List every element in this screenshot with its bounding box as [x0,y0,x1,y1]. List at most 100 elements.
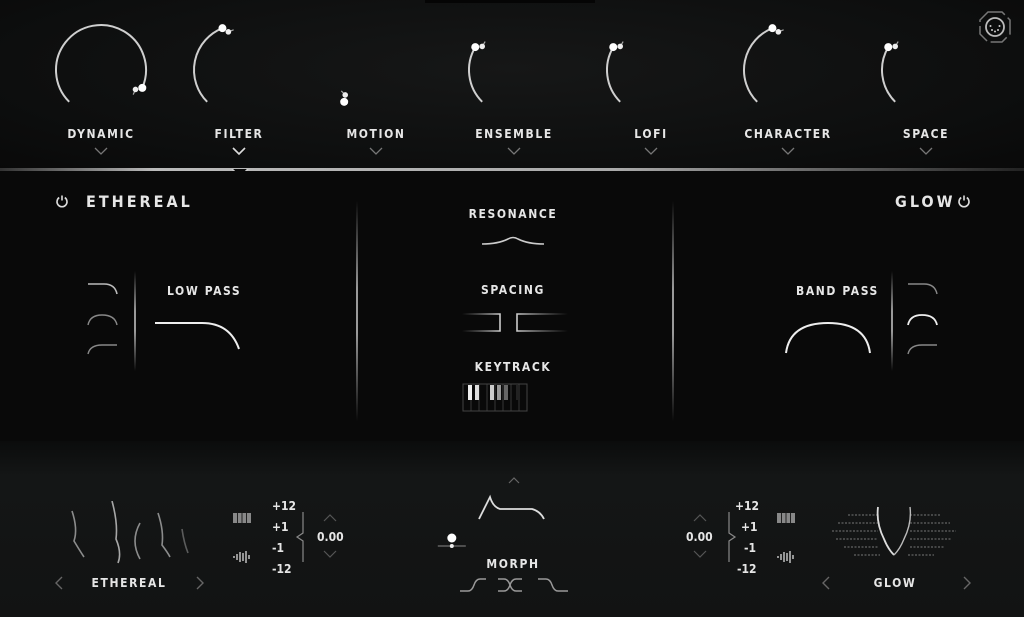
knob-mod-dot [775,29,782,35]
left-layer-name: ETHEREAL [91,576,167,590]
spacing-label: SPACING [481,283,545,297]
knob-handle [138,83,147,92]
knob-label-filter: FILTER [214,127,264,141]
waveform-icon[interactable] [232,550,252,564]
pitch-option-plus1[interactable]: +1 [272,520,289,534]
crossfade-icon [498,578,522,592]
low-pass-type-icon [908,283,938,295]
panel-separator-left [356,201,358,421]
knob-value-arc [468,46,483,103]
power-icon[interactable] [957,194,971,208]
knob-handle [884,43,893,52]
pitch-option-plus1[interactable]: +1 [741,520,758,534]
morph-slider[interactable] [364,525,664,555]
knob-arc-svg [468,41,486,103]
resonance-control[interactable] [480,233,546,249]
knob-arc-svg [55,24,147,103]
chevron-right-icon[interactable] [195,575,205,591]
knob-ensemble[interactable] [459,20,569,120]
midi-connector-icon[interactable] [978,10,1012,44]
bracket-icon [295,512,304,562]
keytrack-keyboard[interactable] [462,383,534,413]
band-pass-type-icon [87,314,118,326]
knob-mod-dot [225,29,232,35]
knob-label-dynamic: DYNAMIC [67,127,135,141]
knob-label-ensemble: ENSEMBLE [475,127,553,141]
chevron-down-icon[interactable] [780,146,796,156]
waveform-icon[interactable] [776,550,796,564]
high-pass-type-icon [907,344,937,355]
morph-handle [447,533,457,543]
chevron-down-icon[interactable] [368,146,384,156]
resonance-label: RESONANCE [468,207,558,221]
chevron-down-icon[interactable] [231,146,247,156]
pitch-option-minus12[interactable]: -12 [737,562,757,576]
panel-separator-right [672,201,674,421]
pitch-option-minus1[interactable]: -1 [272,541,284,555]
knob-value-arc [881,46,896,103]
chevron-down-icon[interactable] [692,549,708,559]
knob-arc-svg [340,90,349,106]
high-pass-type-icon [87,344,117,355]
fade-out-icon [538,578,568,592]
filter-type-selector[interactable] [904,271,964,371]
chevron-up-icon[interactable] [692,513,708,523]
knob-mod-dot [479,43,486,50]
knob-label-character: CHARACTER [744,127,832,141]
band-pass-curve[interactable] [782,317,876,355]
right-pitch-value[interactable]: 0.00 [686,530,713,544]
chevron-down-icon[interactable] [506,146,522,156]
glow-layer-visual [832,506,956,556]
knob-motion[interactable] [321,20,431,120]
knob-handle [768,24,777,33]
type-separator [891,271,893,371]
chevron-left-icon[interactable] [821,575,831,591]
knob-lofi[interactable] [597,20,707,120]
right-layer-name: GLOW [873,576,917,590]
knob-dynamic[interactable] [46,20,156,120]
macro-bar: DYNAMIC FILTER MOTION ENSEMBLE LOFI CHAR… [0,0,1024,170]
knob-mod-dot [342,92,349,98]
knob-arc-svg [193,24,234,103]
s-curve-icon [460,578,486,592]
pitch-option-plus12[interactable]: +12 [272,499,296,513]
chevron-down-icon[interactable] [918,146,934,156]
knob-value-arc [193,27,223,103]
knob-filter[interactable] [184,20,294,120]
knob-label-motion: MOTION [346,127,406,141]
knob-character[interactable] [734,20,844,120]
morph-indicator-dot [449,544,454,548]
left-filter-type-label: LOW PASS [167,284,242,298]
chevron-right-icon[interactable] [962,575,972,591]
left-filter-title: ETHEREAL [86,192,193,211]
piano-keys-icon[interactable] [232,512,252,524]
top-edge-bar [425,0,595,3]
knob-label-lofi: LOFI [634,127,668,141]
knob-arc-svg [743,24,784,103]
low-pass-curve[interactable] [152,311,244,353]
chevron-up-icon[interactable] [507,476,521,484]
knob-handle [609,43,618,52]
knob-value-arc [606,46,621,103]
chevron-down-icon[interactable] [93,146,109,156]
knob-value-arc [55,24,147,103]
ethereal-layer-visual [71,501,189,564]
knob-arc-svg [606,41,624,103]
pitch-option-minus1[interactable]: -1 [744,541,756,555]
pitch-option-minus12[interactable]: -12 [272,562,292,576]
knob-space[interactable] [872,20,982,120]
chevron-left-icon[interactable] [54,575,64,591]
chevron-up-icon[interactable] [322,513,338,523]
left-pitch-value[interactable]: 0.00 [317,530,344,544]
morph-curve-options[interactable] [458,575,570,595]
layer-bar: ETHEREAL +12 +1 -1 -12 0.00 MORPH 0.00 +… [0,441,1024,617]
chevron-down-icon[interactable] [643,146,659,156]
pitch-option-plus12[interactable]: +12 [735,499,759,513]
spacing-control[interactable] [460,311,570,335]
chevron-down-icon[interactable] [322,549,338,559]
piano-keys-icon[interactable] [776,512,796,524]
type-separator [134,271,136,371]
envelope-shape-icon[interactable] [476,493,552,521]
knob-handle [471,43,480,52]
power-icon[interactable] [55,194,69,208]
